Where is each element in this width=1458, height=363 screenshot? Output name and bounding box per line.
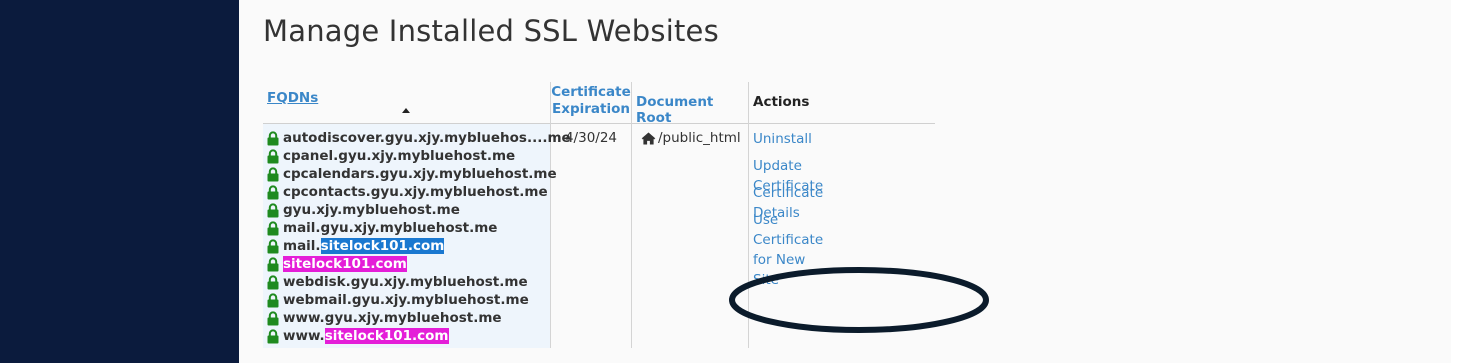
sort-ascending-icon — [402, 108, 410, 113]
lock-icon — [267, 256, 279, 271]
lock-icon — [267, 274, 279, 289]
document-root-column-header[interactable]: Document Root — [636, 94, 713, 126]
right-edge — [1451, 0, 1458, 363]
column-divider — [631, 82, 632, 348]
lock-icon — [267, 292, 279, 307]
certificate-expiration-value: 4/30/24 — [564, 130, 618, 146]
fqdn-text: gyu.xjy.mybluehost.me — [283, 202, 460, 218]
lock-icon — [267, 130, 279, 145]
fqdn-item: cpcalendars.gyu.xjy.mybluehost.me — [267, 165, 571, 183]
document-root-value: /public_html — [641, 130, 741, 146]
fqdns-column-header[interactable]: FQDNs — [267, 90, 318, 106]
lock-icon — [267, 148, 279, 163]
fqdn-text: webdisk.gyu.xjy.mybluehost.me — [283, 274, 528, 290]
fqdn-text: cpcontacts.gyu.xjy.mybluehost.me — [283, 184, 548, 200]
lock-icon — [267, 202, 279, 217]
fqdn-item: webmail.gyu.xjy.mybluehost.me — [267, 291, 571, 309]
document-root-path: /public_html — [658, 130, 741, 146]
fqdn-text: webmail.gyu.xjy.mybluehost.me — [283, 292, 529, 308]
fqdn-item: sitelock101.com — [267, 255, 571, 273]
lock-icon — [267, 328, 279, 343]
lock-icon — [267, 166, 279, 181]
fqdn-highlighted-text: sitelock101.com — [283, 256, 407, 272]
fqdn-item: mail.gyu.xjy.mybluehost.me — [267, 219, 571, 237]
fqdn-item: www. sitelock101.com — [267, 327, 571, 345]
update-certificate-link[interactable]: Update Certificate — [753, 156, 823, 194]
fqdn-text: www. — [283, 328, 325, 344]
fqdn-highlighted-text: sitelock101.com — [324, 328, 449, 344]
fqdn-text: mail. — [283, 238, 321, 254]
fqdn-item: gyu.xjy.mybluehost.me — [267, 201, 571, 219]
fqdn-text: www.gyu.xjy.mybluehost.me — [283, 310, 502, 326]
fqdn-text: mail.gyu.xjy.mybluehost.me — [283, 220, 498, 236]
column-divider — [748, 82, 749, 348]
actions-list: Uninstall Update Certificate Certificate… — [753, 129, 823, 288]
fqdn-item: cpcontacts.gyu.xjy.mybluehost.me — [267, 183, 571, 201]
lock-icon — [267, 220, 279, 235]
fqdn-item: mail. sitelock101.com — [267, 237, 571, 255]
lock-icon — [267, 238, 279, 253]
fqdn-item: autodiscover.gyu.xjy.mybluehos....me — [267, 129, 571, 147]
fqdn-item: www.gyu.xjy.mybluehost.me — [267, 309, 571, 327]
fqdn-item: cpanel.gyu.xjy.mybluehost.me — [267, 147, 571, 165]
lock-icon — [267, 184, 279, 199]
page-title: Manage Installed SSL Websites — [263, 14, 719, 48]
fqdn-item: webdisk.gyu.xjy.mybluehost.me — [267, 273, 571, 291]
left-navigation-sidebar — [0, 0, 239, 363]
fqdn-text: cpcalendars.gyu.xjy.mybluehost.me — [283, 166, 557, 182]
fqdn-text: autodiscover.gyu.xjy.mybluehos....me — [283, 130, 571, 146]
actions-column-header: Actions — [753, 94, 810, 110]
home-icon — [641, 131, 656, 145]
fqdn-text: cpanel.gyu.xjy.mybluehost.me — [283, 148, 516, 164]
certificate-expiration-column-header[interactable]: Certificate Expiration — [551, 84, 631, 118]
uninstall-link[interactable]: Uninstall — [753, 129, 823, 156]
fqdn-list: autodiscover.gyu.xjy.mybluehos....me cpan… — [267, 129, 571, 345]
fqdn-highlighted-text: sitelock101.com — [320, 238, 445, 254]
lock-icon — [267, 310, 279, 325]
main-content: Manage Installed SSL Websites FQDNs Cert… — [239, 0, 1451, 363]
certificate-details-link[interactable]: Certificate Details — [753, 183, 823, 221]
